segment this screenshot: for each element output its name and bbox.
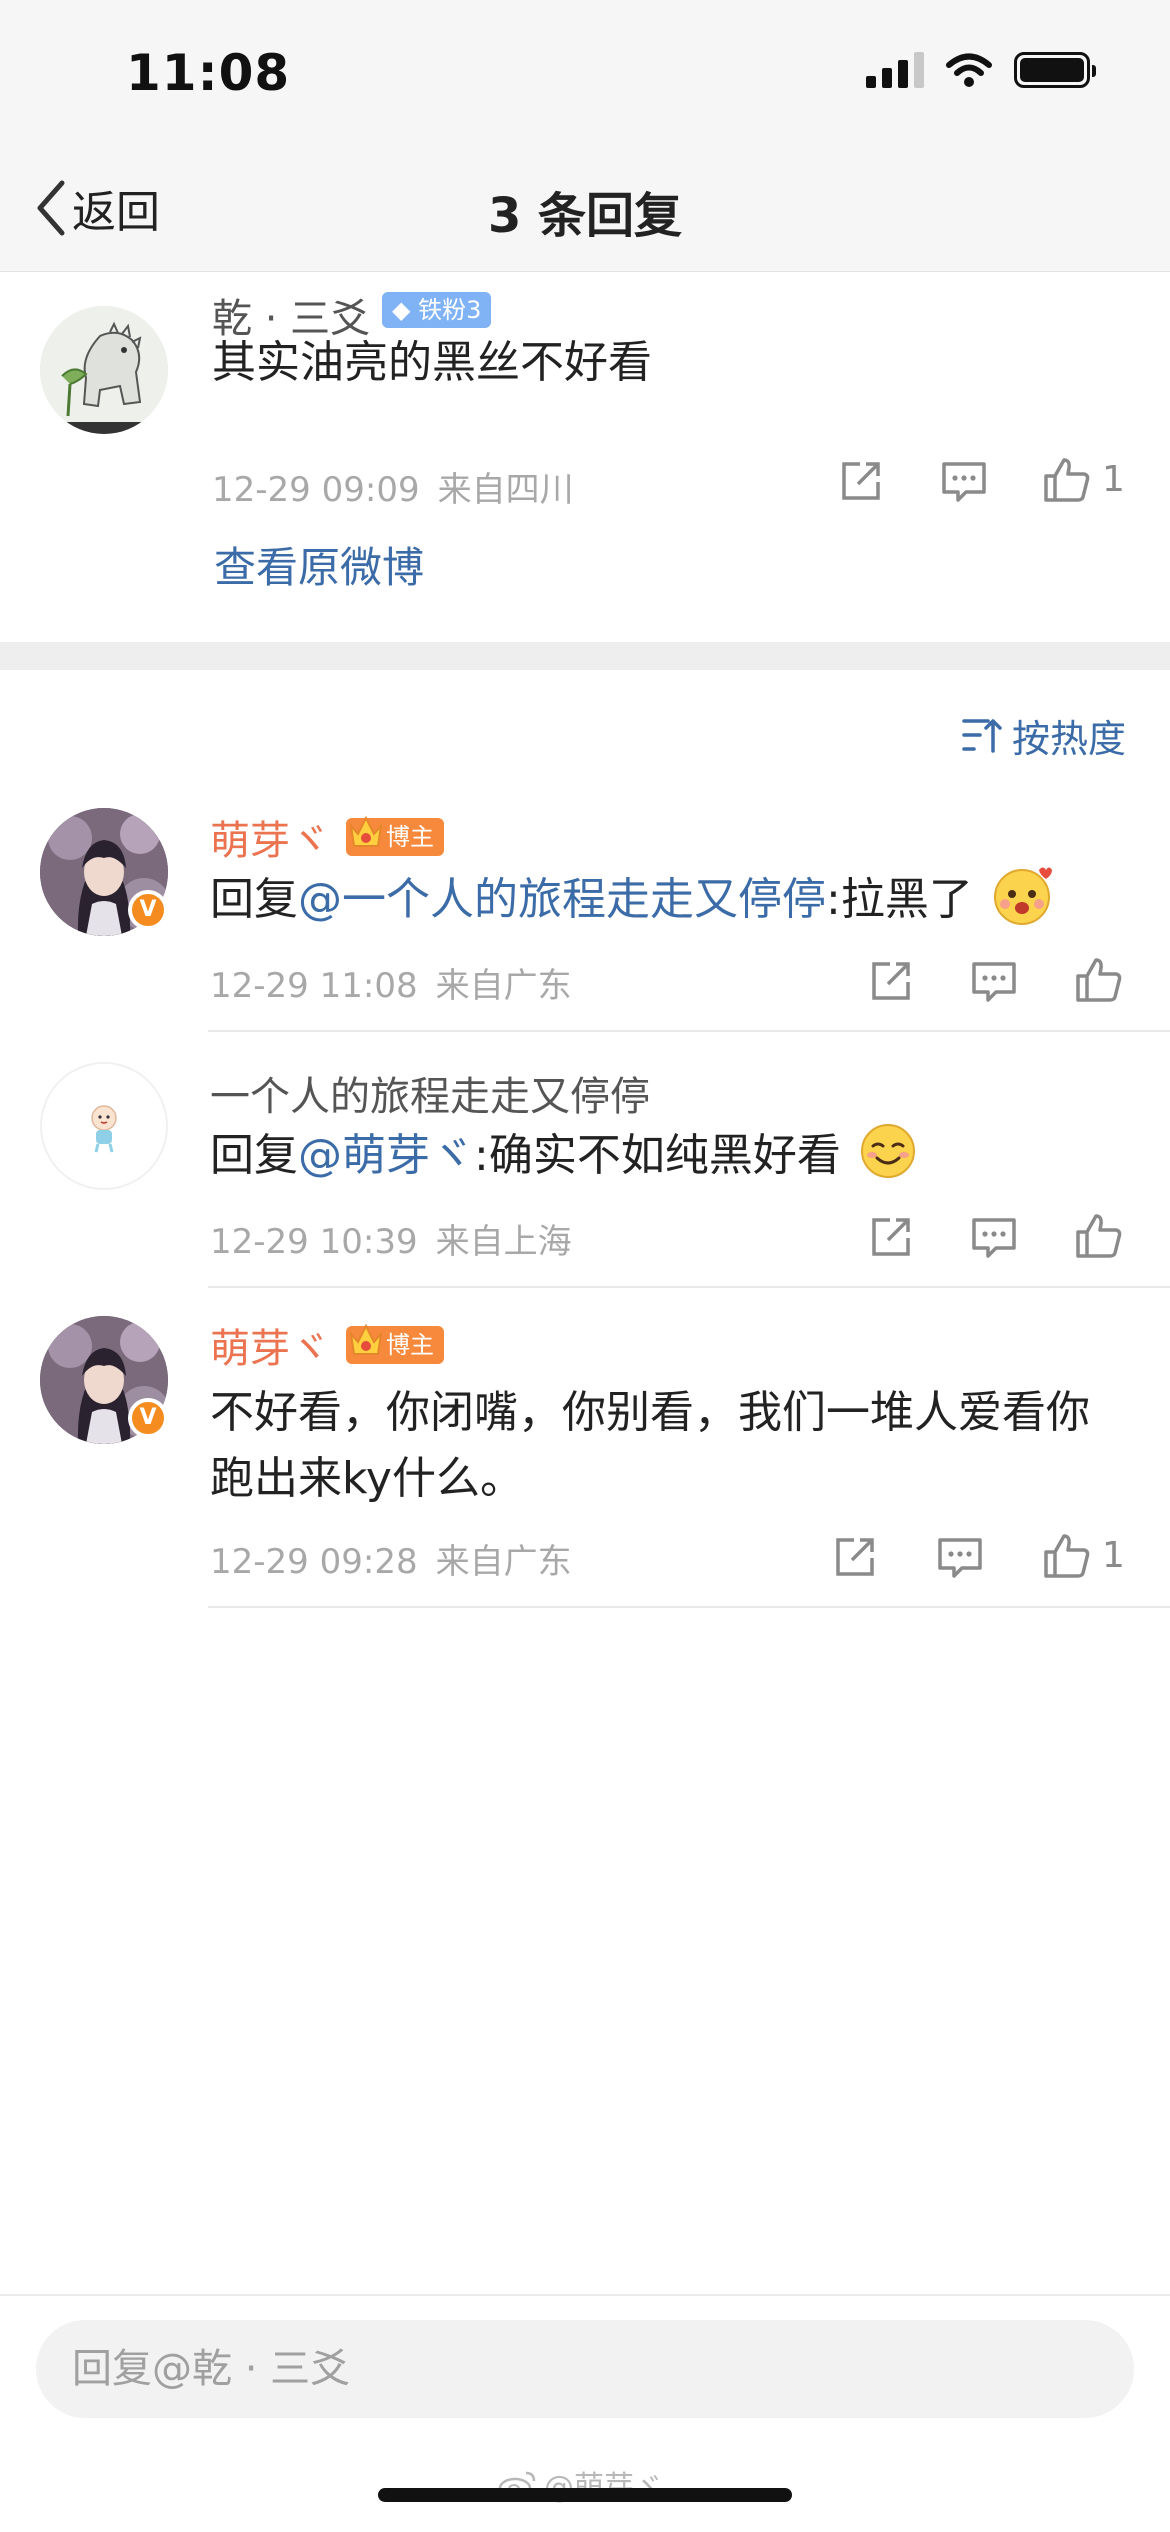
blogger-badge[interactable]: 博主 bbox=[346, 1323, 444, 1364]
reply-time: 12-29 11:08 bbox=[210, 966, 418, 1006]
reply-text-line-2: 跑出来ky什么。 bbox=[210, 1453, 524, 1504]
share-button[interactable] bbox=[868, 958, 914, 1004]
reply-time: 12-29 09:28 bbox=[210, 1542, 418, 1582]
comment-icon bbox=[938, 1538, 982, 1578]
comment-icon bbox=[972, 1218, 1016, 1258]
reply-meta: 12-29 11:08 来自广东 bbox=[210, 958, 572, 1007]
back-button[interactable]: 返回 bbox=[34, 176, 160, 240]
share-icon bbox=[836, 1538, 874, 1576]
share-button[interactable] bbox=[868, 1214, 914, 1260]
cute-surprised-face-icon bbox=[993, 867, 1052, 925]
sort-icon bbox=[962, 718, 1002, 753]
fan-badge-label: 铁粉3 bbox=[418, 296, 482, 324]
reply-body: :确实不如纯黑好看 bbox=[474, 1130, 841, 1181]
post-text: 其实油亮的黑丝不好看 bbox=[212, 337, 652, 388]
verified-badge-icon: V bbox=[128, 890, 168, 930]
avatar[interactable] bbox=[40, 1062, 168, 1190]
divider bbox=[208, 1030, 1170, 1032]
sort-button[interactable]: 按热度 bbox=[962, 708, 1126, 763]
comment-button[interactable] bbox=[970, 1214, 1018, 1260]
thumbs-up-icon bbox=[1044, 1534, 1090, 1578]
reply-prefix: 回复 bbox=[210, 1130, 298, 1181]
reply-text: 回复@一个人的旅程走走又停停:拉黑了 bbox=[210, 864, 1053, 933]
mention-link[interactable]: @萌芽ヾ bbox=[298, 1130, 474, 1181]
comment-icon bbox=[972, 962, 1016, 1002]
share-button[interactable] bbox=[838, 458, 884, 504]
like-button[interactable]: 1 bbox=[1042, 454, 1125, 504]
like-button[interactable] bbox=[1074, 1210, 1134, 1260]
reply-location: 来自上海 bbox=[435, 1222, 572, 1262]
reply-username[interactable]: 一个人的旅程走走又停停 bbox=[210, 1064, 650, 1122]
reply-meta: 12-29 10:39 来自上海 bbox=[210, 1214, 572, 1263]
blogger-badge-label: 博主 bbox=[386, 1331, 434, 1359]
divider bbox=[208, 1286, 1170, 1288]
home-indicator[interactable] bbox=[378, 2488, 792, 2502]
blogger-badge-label: 博主 bbox=[386, 823, 434, 851]
post-time: 12-29 09:09 bbox=[212, 470, 420, 510]
reply-text: 回复@萌芽ヾ:确实不如纯黑好看 bbox=[210, 1122, 917, 1189]
reply-location: 来自广东 bbox=[435, 966, 572, 1006]
blogger-badge[interactable]: 博主 bbox=[346, 815, 444, 856]
crown-icon bbox=[349, 1323, 383, 1355]
page-title: 3 条回复 bbox=[487, 188, 683, 244]
share-icon bbox=[872, 962, 910, 1000]
reply-username[interactable]: 萌芽ヾ bbox=[210, 1316, 330, 1374]
reply-input[interactable] bbox=[36, 2320, 1134, 2418]
top-bar: 11:08 返回 3 条回复 bbox=[0, 0, 1170, 272]
smirk-face-icon bbox=[860, 1124, 915, 1178]
like-count: 1 bbox=[1102, 1534, 1125, 1576]
wifi-icon bbox=[946, 53, 992, 87]
reply-location: 来自广东 bbox=[435, 1542, 572, 1582]
share-icon bbox=[842, 462, 880, 500]
chevron-left-icon bbox=[37, 180, 65, 236]
section-divider bbox=[0, 642, 1170, 670]
reply-username[interactable]: 萌芽ヾ bbox=[210, 808, 330, 866]
reply-text-line-1: 不好看，你闭嘴，你别看，我们一堆人爱看你 bbox=[210, 1387, 1090, 1438]
comment-button[interactable] bbox=[936, 1534, 984, 1580]
reply-prefix: 回复 bbox=[210, 874, 298, 925]
crown-icon bbox=[349, 815, 383, 847]
signal-icon bbox=[866, 52, 924, 88]
post-meta: 12-29 09:09 来自四川 bbox=[212, 462, 574, 511]
thumbs-up-icon bbox=[1076, 958, 1122, 1002]
like-count: 1 bbox=[1102, 458, 1125, 500]
like-button[interactable]: 1 bbox=[1042, 1530, 1125, 1580]
reply-body: :拉黑了 bbox=[826, 874, 973, 925]
reply-time: 12-29 10:39 bbox=[210, 1222, 418, 1262]
status-time: 11:08 bbox=[126, 44, 291, 102]
like-button[interactable] bbox=[1074, 954, 1134, 1004]
reply-bar: @萌芽ヾ bbox=[0, 2294, 1170, 2532]
fan-badge[interactable]: ◆ 铁粉3 bbox=[382, 292, 492, 328]
thumbs-up-icon bbox=[1044, 458, 1090, 502]
view-original-link[interactable]: 查看原微博 bbox=[214, 534, 424, 595]
verified-badge-icon: V bbox=[128, 1398, 168, 1438]
comment-button[interactable] bbox=[970, 958, 1018, 1004]
diamond-icon: ◆ bbox=[392, 296, 419, 324]
post-location: 来自四川 bbox=[437, 470, 574, 510]
share-icon bbox=[872, 1218, 910, 1256]
back-label: 返回 bbox=[72, 187, 160, 238]
original-comment: 乾 · 三爻 ◆ 铁粉3 其实油亮的黑丝不好看 12-29 09:09 来自四川 … bbox=[0, 272, 1170, 642]
avatar[interactable] bbox=[40, 306, 168, 434]
reply-meta: 12-29 09:28 来自广东 bbox=[210, 1534, 572, 1583]
sketch-dinosaur-avatar-icon bbox=[40, 306, 168, 434]
sort-label: 按热度 bbox=[1011, 717, 1126, 761]
thumbs-up-icon bbox=[1076, 1214, 1122, 1258]
divider bbox=[208, 1606, 1170, 1608]
comment-button[interactable] bbox=[940, 458, 988, 504]
comment-icon bbox=[942, 462, 986, 502]
cartoon-baby-avatar-icon bbox=[42, 1064, 166, 1188]
status-icons bbox=[866, 52, 1096, 88]
share-button[interactable] bbox=[832, 1534, 878, 1580]
mention-link[interactable]: @一个人的旅程走走又停停 bbox=[298, 874, 826, 925]
battery-icon bbox=[1014, 52, 1096, 88]
